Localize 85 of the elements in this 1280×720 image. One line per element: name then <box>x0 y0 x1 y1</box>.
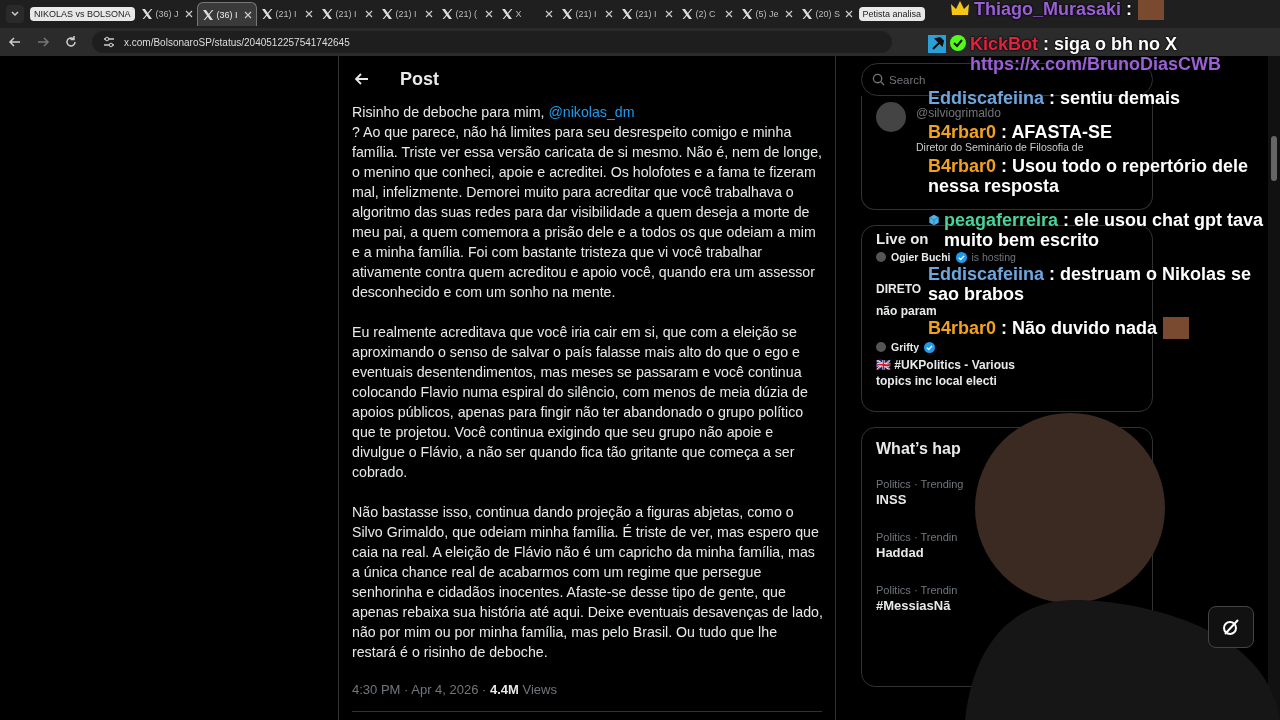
x-logo-icon <box>201 8 214 21</box>
post-timestamp: 4:30 PM · Apr 4, 2026 · 4.4M Views <box>352 682 558 697</box>
mention-link[interactable]: @nikolas_dm <box>548 104 635 120</box>
x-logo-icon <box>320 8 333 20</box>
x-logo-icon <box>680 8 693 20</box>
card-title: Live on <box>876 229 929 249</box>
post-paragraph: Risinho de deboche para mim, @nikolas_dm ? Ao que parece, não há limites para seu desrespeito comigo e minha família. Triste ver essa versão caricata de si mesmo. Não é, nem de longe, o menino que conheci, apoie e acreditei. Os holofotes e a fama te fizeram mal, infelizmente. Demorei muito para acreditar que você trabalhava o algoritmo das suas redes para dar visibilidade a quem deseja a morte de meu pai, a quem comemora a prisão dele e a todos os que odeiam a mim e a minha família. Foi com bastante tristeza que vi você trabalhar ativamente contra quem acreditou e apoio você, quando era um assessor desconhecido e com um sonho na mente. <box>352 103 823 302</box>
chat-message: Eddiscafeiina : destruam o Nikolas se sao brabos <box>928 263 1253 304</box>
x-logo-icon <box>260 8 273 20</box>
chat-message: B4rbar0 : Não duvido nada <box>928 317 1158 338</box>
site-settings-icon[interactable] <box>102 35 116 49</box>
browser-tab[interactable]: (21) I <box>556 2 617 26</box>
browser-tab[interactable]: (21) ( <box>436 2 497 26</box>
close-icon[interactable] <box>604 10 613 18</box>
host-name[interactable]: Grifty <box>891 341 919 353</box>
trend-topic[interactable]: INSS <box>876 491 907 509</box>
tab-group-label[interactable]: NIKOLAS vs BOLSONA <box>30 7 135 21</box>
browser-tab[interactable]: (2) C <box>676 2 737 26</box>
chat-message: B4rbar0 : Usou todo o repertório dele nessa resposta <box>928 155 1250 196</box>
crown-icon <box>950 0 970 18</box>
close-icon[interactable] <box>664 10 673 18</box>
x-logo-icon <box>440 8 453 20</box>
live-title[interactable]: não param <box>876 305 937 317</box>
search-icon <box>872 73 885 86</box>
close-icon[interactable] <box>484 10 493 18</box>
browser-tab[interactable]: (36) I <box>196 2 257 26</box>
browser-tab[interactable]: (21) I <box>256 2 317 26</box>
verified-badge-icon <box>924 341 935 353</box>
x-logo-icon <box>380 8 393 20</box>
verified-badge-icon <box>955 251 967 263</box>
close-icon[interactable] <box>424 10 433 18</box>
live-title[interactable]: topics inc local electi <box>876 373 997 389</box>
address-bar[interactable]: x.com/BolsonaroSP/status/2040512257541742645 <box>92 31 892 53</box>
x-logo-icon <box>500 8 513 20</box>
trend-category: Politics · Trendin <box>876 583 958 597</box>
browser-tab[interactable]: (20) S <box>796 2 857 26</box>
browser-tab[interactable]: X <box>496 2 557 26</box>
close-icon[interactable] <box>304 10 313 18</box>
browser-tab[interactable]: (21) I <box>616 2 677 26</box>
live-title[interactable]: DIRETO <box>876 281 922 297</box>
card-title: What’s hap <box>876 439 961 459</box>
close-icon[interactable] <box>364 10 373 18</box>
chat-message: peagaferreira : ele usou chat gpt tava muito bem escrito <box>944 209 1264 250</box>
slash-circle-icon <box>1221 617 1241 637</box>
user-bio: Diretor do Seminário de Filosofia de <box>916 142 1084 153</box>
browser-tab[interactable]: (21) I <box>316 2 377 26</box>
back-arrow-icon[interactable] <box>354 71 370 87</box>
trend-topic[interactable]: #MessiasNã <box>876 597 951 615</box>
check-badge-icon <box>950 34 966 51</box>
post-paragraph: Não bastasse isso, continua dando projeção a figuras abjetas, como o Silvo Grimaldo, que odeiam minha família. É triste de ver, mas espero que caia na real. A eleição de Flávio não é um capricho da minha família, mas a única chance real de acabarmos com um regime que persegue senhorinha e cidadãos inocentes. Afaste-se desse tipo de gente, que apenas rebaixa sua história até aqui. Deixe eventuais desavenças de lado, não por mim ou por minha família, mas pelo Brasil. Ou tudo que lhe restará é o risinho de deboche. <box>352 503 824 662</box>
trend-topic[interactable]: Haddad <box>876 544 924 562</box>
close-icon[interactable] <box>184 10 193 18</box>
x-logo-icon <box>620 8 633 20</box>
x-logo-icon <box>140 8 153 20</box>
chat-message: Thiago_Murasaki : <box>974 0 1133 19</box>
tab-search-button[interactable] <box>6 5 24 23</box>
x-logo-icon <box>800 8 813 20</box>
user-handle[interactable]: @silviogrimaldo <box>916 107 1001 120</box>
reload-icon[interactable] <box>64 35 78 49</box>
x-logo-icon <box>740 8 753 20</box>
scrollbar-thumb[interactable] <box>1271 136 1277 181</box>
close-icon[interactable] <box>243 10 252 19</box>
avatar-placeholder <box>876 102 906 132</box>
chevron-down-icon <box>10 9 20 19</box>
x-logo-icon <box>560 8 573 20</box>
browser-tab[interactable]: (5) Je <box>736 2 797 26</box>
browser-tab[interactable]: (21) I <box>376 2 437 26</box>
close-icon[interactable] <box>544 10 553 18</box>
close-icon[interactable] <box>844 10 853 18</box>
back-arrow-icon[interactable] <box>8 35 22 49</box>
avatar-placeholder <box>876 342 886 352</box>
host-name[interactable]: Ogier Buchi <box>891 251 951 263</box>
post-paragraph: Eu realmente acreditava que você iria cair em si, que com a eleição se aproximando o senso de salvar o país falasse mais alto do que o ego e eventuais desentendimentos, mas meses se passaram e você continua colocando Flavio numa espiral do silêncio, com menos de meia dúzia de apoios públicos, apenas para fingir não ter abandonado o grupo político que te projetou. Você continua exigindo que seu grupo não apoie e divulgue o Flávio, a não ser quando fica tão gritante que começa a ser cobrado. <box>352 323 809 482</box>
tab-group-label[interactable]: Petista analisa <box>858 7 926 21</box>
browser-tab[interactable]: (36) J <box>136 2 197 26</box>
live-title[interactable]: 🇬🇧 #UKPolitics - Various <box>876 357 1016 373</box>
forward-arrow-icon[interactable] <box>36 35 50 49</box>
avatar-placeholder <box>876 252 886 262</box>
post-header-title: Post <box>400 68 439 90</box>
trend-category: Politics · Trending <box>876 477 964 491</box>
close-icon[interactable] <box>724 10 733 18</box>
trend-category: Politics · Trendin <box>876 530 958 544</box>
close-icon[interactable] <box>784 10 793 18</box>
live-status: is hosting <box>971 251 1016 263</box>
chat-message: B4rbar0 : AFASTA-SE <box>928 121 1113 142</box>
